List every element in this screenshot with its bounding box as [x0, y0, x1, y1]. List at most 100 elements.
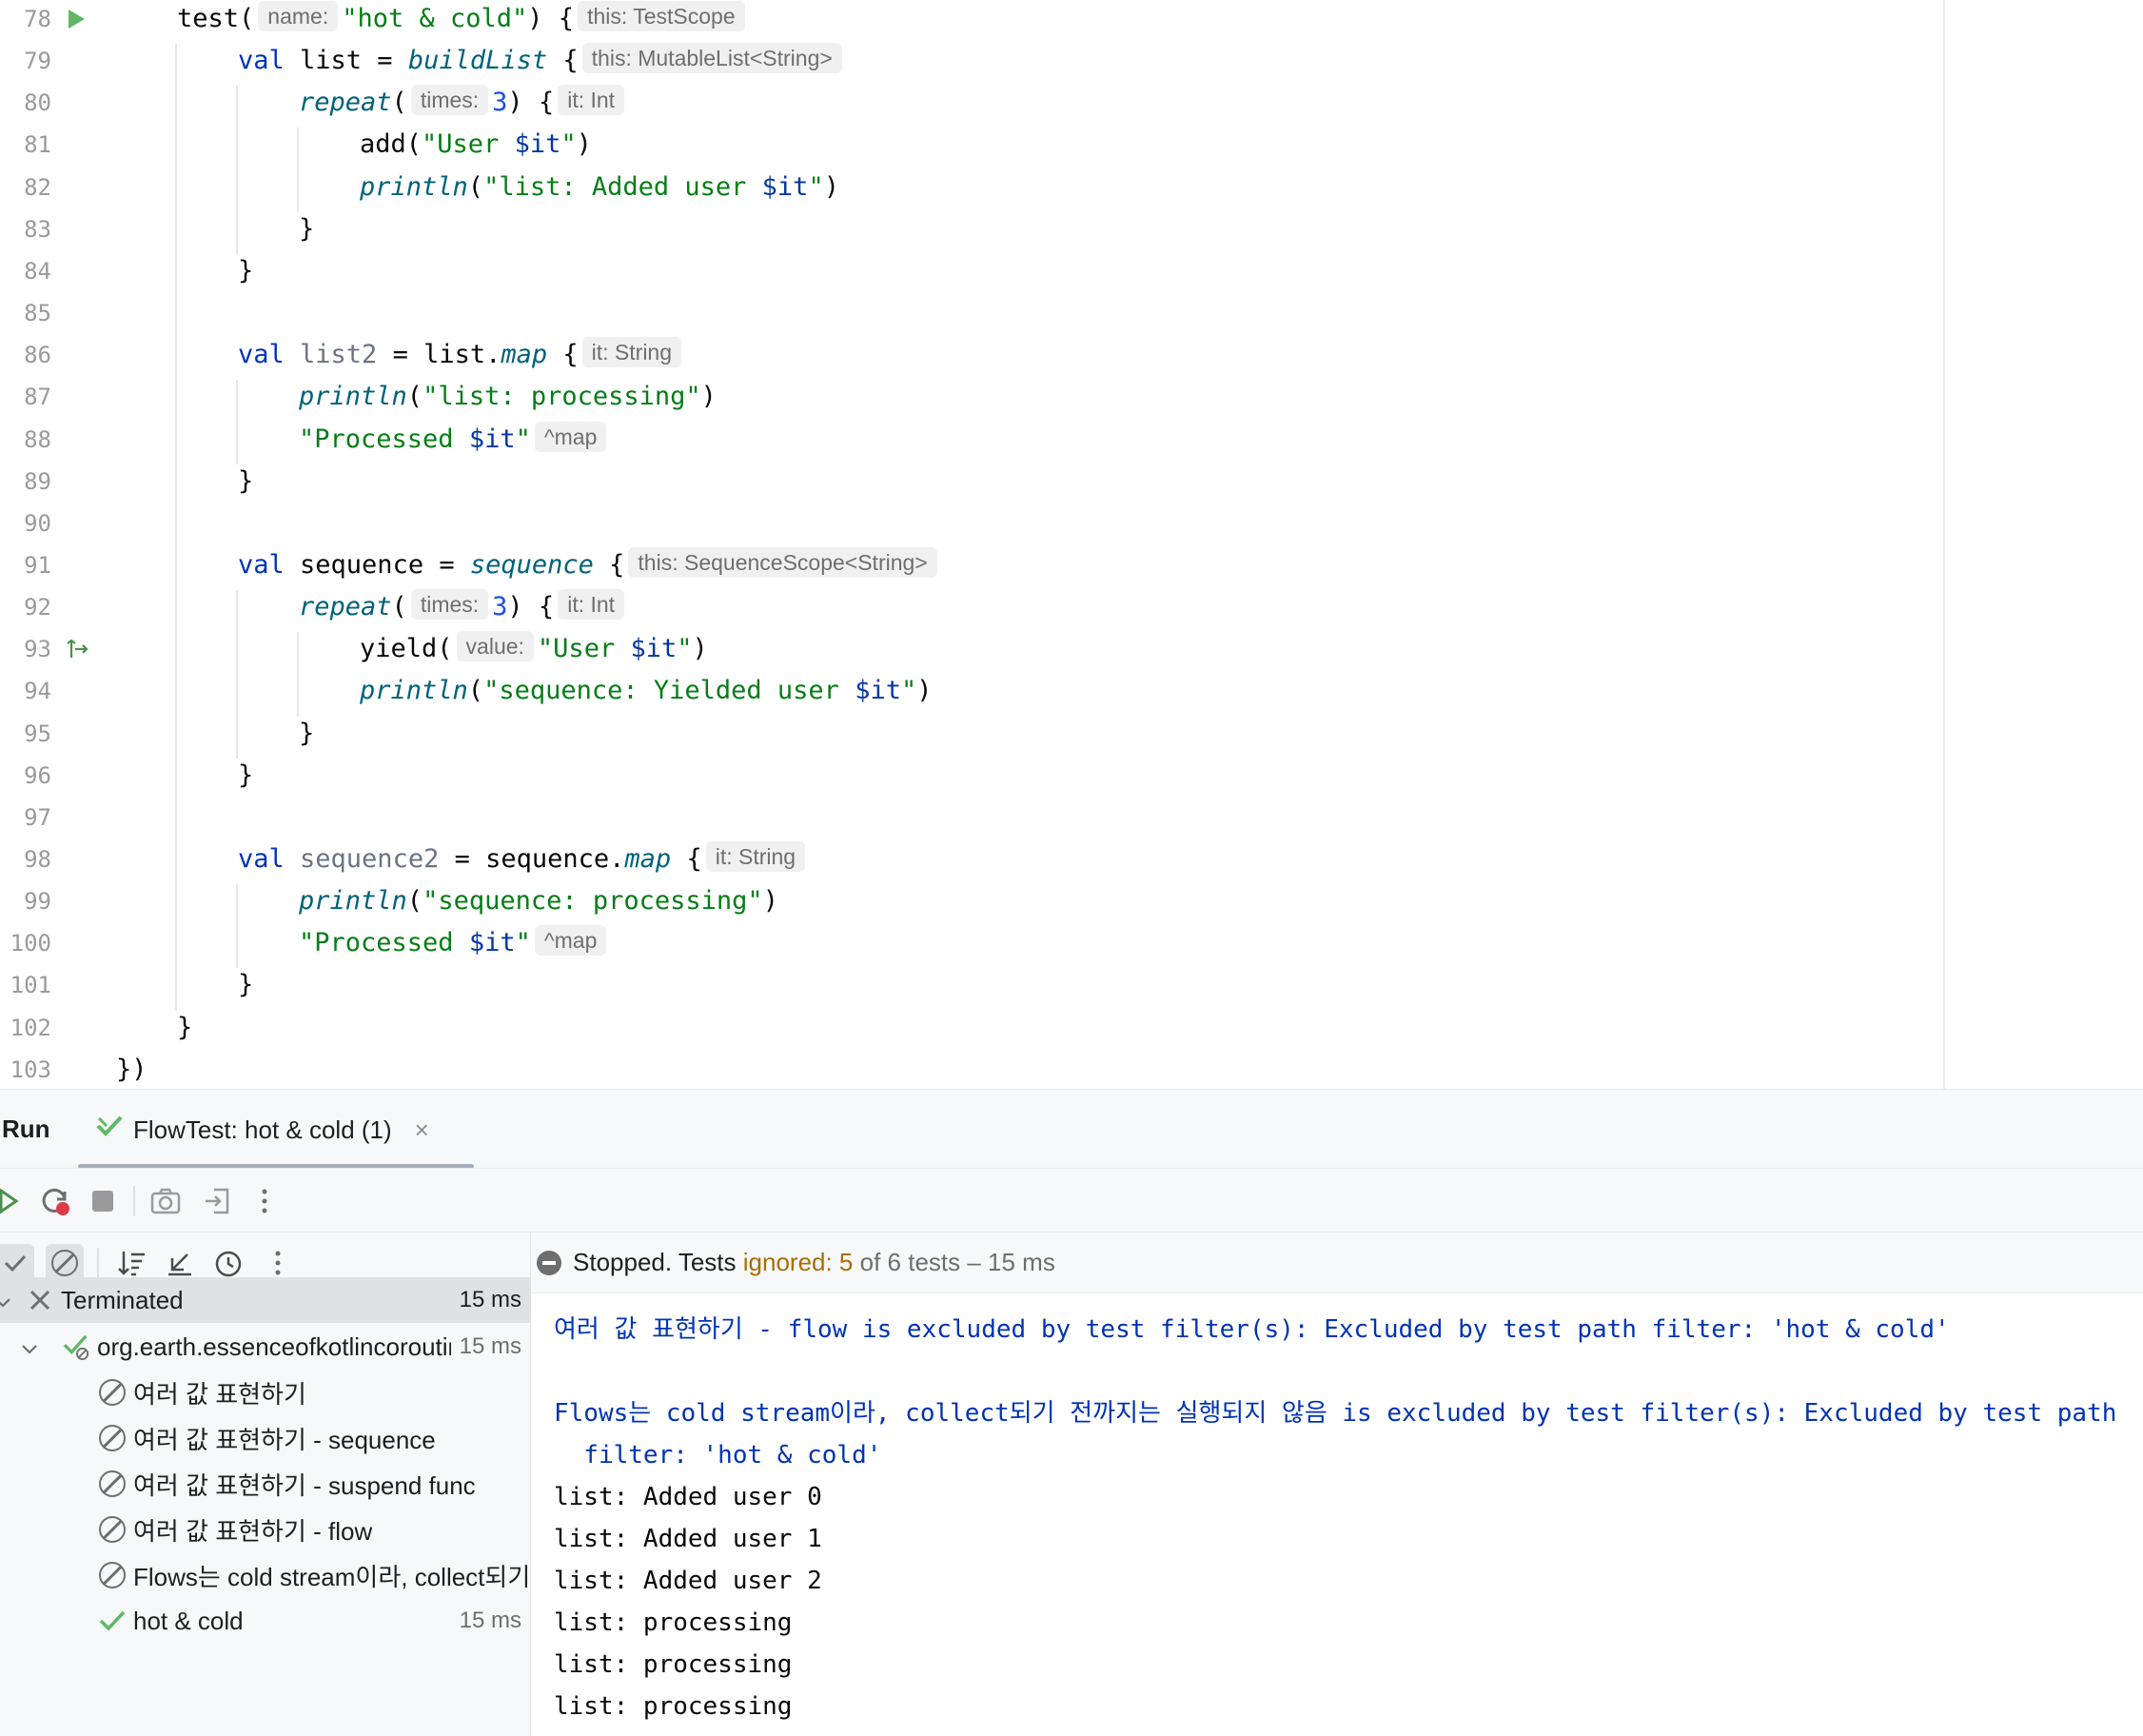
- code-token: (: [391, 592, 407, 622]
- code-token: ": [900, 676, 917, 706]
- code-line[interactable]: 86 val list2 = list.map {it: String: [0, 334, 2143, 376]
- show-ignored-icon[interactable]: [46, 1244, 84, 1282]
- code-line[interactable]: 79 val list = buildList {this: MutableLis…: [0, 40, 2143, 82]
- code-line[interactable]: 98 val sequence2 = sequence.map {it: Stri…: [0, 838, 2143, 880]
- line-number: 89: [24, 467, 51, 495]
- test-tree-node[interactable]: hot & cold 15 ms: [0, 1598, 531, 1644]
- test-tree-node[interactable]: 여러 값 표현하기 - suspend func: [0, 1461, 531, 1507]
- more-options-icon[interactable]: [259, 1244, 297, 1282]
- code-editor[interactable]: 78 test(name: "hot & cold") {this: TestSco…: [0, 0, 2143, 1089]
- test-tree-node[interactable]: 여러 값 표현하기 - sequence: [0, 1415, 531, 1461]
- stopped-icon: [537, 1250, 561, 1275]
- code-token: 3: [492, 88, 508, 118]
- code-line[interactable]: 91 val sequence = sequence {this: Sequenc…: [0, 544, 2143, 586]
- test-duration: 15 ms: [459, 1287, 521, 1312]
- code-line[interactable]: 93 yield(value: "User $it"): [0, 628, 2143, 670]
- stop-icon[interactable]: [84, 1182, 122, 1220]
- camera-icon[interactable]: [147, 1182, 185, 1220]
- code-token: map: [501, 340, 548, 370]
- code-line[interactable]: 96}: [0, 755, 2143, 797]
- code-token: map: [624, 844, 672, 874]
- console-line: Flows는 cold stream이라, collect되기 전까지는 실행되…: [554, 1399, 2117, 1428]
- code-text: val list = buildList {this: MutableList<…: [238, 40, 846, 82]
- code-line[interactable]: 78 test(name: "hot & cold") {this: TestSco…: [0, 0, 2143, 40]
- code-token: "Processed: [299, 424, 469, 454]
- console-pane[interactable]: Stopped. Tests ignored: 5 of 6 tests – 1…: [531, 1233, 2143, 1736]
- code-line[interactable]: 82 println("list: Added user $it"): [0, 167, 2143, 208]
- rerun-icon[interactable]: [0, 1182, 29, 1220]
- code-token: list2: [300, 340, 378, 370]
- collapse-icon[interactable]: [160, 1244, 198, 1282]
- console-line: list: Added user 1: [554, 1525, 822, 1553]
- code-line[interactable]: 95}: [0, 713, 2143, 755]
- code-line[interactable]: 83}: [0, 208, 2143, 250]
- line-number: 103: [10, 1055, 51, 1083]
- code-token: println: [360, 171, 468, 202]
- show-passed-icon[interactable]: [0, 1244, 34, 1282]
- test-tree-node[interactable]: Flows는 cold stream이라, collect되기: [0, 1552, 531, 1598]
- code-line[interactable]: 101}: [0, 964, 2143, 1006]
- code-line[interactable]: 87 println("list: processing"): [0, 376, 2143, 418]
- code-line[interactable]: 97: [0, 797, 2143, 838]
- code-line[interactable]: 103}): [0, 1049, 2143, 1089]
- code-line[interactable]: 80 repeat(times: 3) {it: Int: [0, 82, 2143, 124]
- code-token: {: [547, 46, 579, 76]
- chevron-down-icon[interactable]: [0, 1286, 11, 1315]
- rerun-failed-icon[interactable]: [36, 1182, 74, 1220]
- code-line[interactable]: 100 "Processed $it" ^map: [0, 922, 2143, 964]
- line-number: 95: [24, 720, 51, 747]
- close-tab-icon[interactable]: ×: [415, 1115, 429, 1145]
- check-icon: [99, 1608, 126, 1634]
- test-tree-node[interactable]: 여러 값 표현하기 - flow: [0, 1507, 531, 1552]
- code-token: "hot & cold": [342, 4, 528, 33]
- code-line[interactable]: 81 add("User $it"): [0, 124, 2143, 166]
- test-tree-node[interactable]: Terminated 15 ms: [0, 1277, 531, 1323]
- code-line[interactable]: 94 println("sequence: Yielded user $it"): [0, 670, 2143, 712]
- code-text: yield(value: "User $it"): [360, 628, 708, 670]
- suspend-icon[interactable]: [63, 628, 89, 670]
- code-text: val sequence = sequence {this: SequenceS…: [238, 544, 941, 586]
- code-line[interactable]: 92 repeat(times: 3) {it: Int: [0, 586, 2143, 628]
- toolbar-separator: [97, 1248, 99, 1278]
- code-token: val: [238, 340, 301, 370]
- code-token: "sequence: processing": [423, 886, 763, 917]
- code-token: }: [238, 760, 254, 790]
- code-token: ): [576, 129, 592, 160]
- run-window-title: Run: [2, 1115, 50, 1143]
- code-line[interactable]: 85: [0, 292, 2143, 334]
- line-number: 96: [24, 761, 51, 789]
- run-icon[interactable]: [63, 0, 89, 40]
- test-name: 여러 값 표현하기 - flow: [133, 1516, 373, 1546]
- code-line[interactable]: 88 "Processed $it" ^map: [0, 419, 2143, 461]
- code-text: }: [177, 1007, 192, 1049]
- test-tree-node[interactable]: 여러 값 표현하기: [0, 1370, 531, 1415]
- test-tree-pane: Terminated 15 ms org.earth.essenceofkotlin…: [0, 1233, 531, 1736]
- code-line[interactable]: 89}: [0, 461, 2143, 503]
- code-token: val: [238, 844, 301, 874]
- sort-icon[interactable]: [112, 1244, 150, 1282]
- console-line: list: processing: [554, 1650, 793, 1679]
- code-line[interactable]: 84}: [0, 250, 2143, 292]
- line-number: 88: [24, 425, 51, 453]
- inlay-hint: value:: [456, 631, 534, 662]
- check-partial-icon: [63, 1333, 89, 1360]
- ignored-icon: [99, 1562, 126, 1588]
- code-token: ) {: [507, 88, 555, 118]
- code-token: }: [238, 465, 254, 496]
- code-line[interactable]: 99 println("sequence: processing"): [0, 880, 2143, 922]
- console-line: list: Added user 0: [554, 1483, 822, 1511]
- line-number: 100: [10, 930, 51, 957]
- test-tree-node[interactable]: org.earth.essenceofkotlincoroutines 15 ms: [0, 1324, 531, 1370]
- code-line[interactable]: 90: [0, 503, 2143, 544]
- history-icon[interactable]: [209, 1244, 247, 1282]
- code-line[interactable]: 102}: [0, 1007, 2143, 1049]
- code-token: test(: [177, 4, 255, 33]
- export-icon[interactable]: [198, 1182, 236, 1220]
- code-token: (: [391, 88, 407, 118]
- chevron-down-icon[interactable]: [21, 1332, 38, 1362]
- run-tab-flowtest[interactable]: FlowTest: hot & cold (1) ×: [95, 1107, 429, 1153]
- more-options-icon[interactable]: [246, 1182, 284, 1220]
- inlay-hint: ^map: [534, 421, 607, 452]
- inlay-hint: it: String: [581, 337, 682, 368]
- code-token: ): [916, 676, 933, 706]
